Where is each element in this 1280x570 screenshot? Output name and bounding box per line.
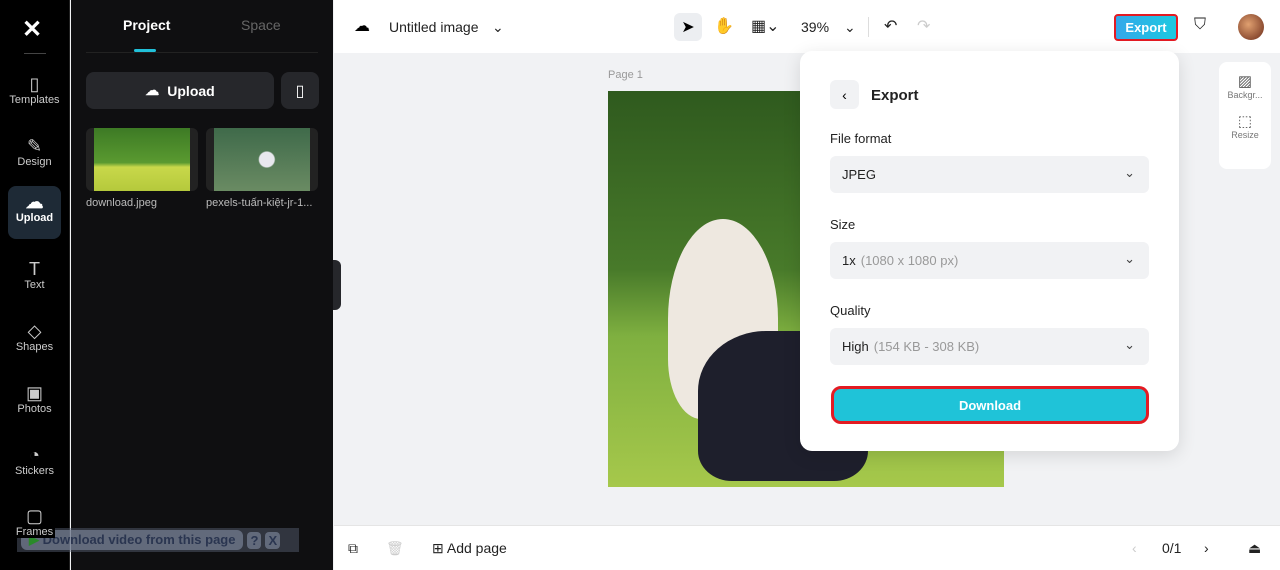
file-thumbnail[interactable] bbox=[86, 128, 198, 191]
shield-icon[interactable]: ⛉ bbox=[1194, 16, 1206, 34]
download-button[interactable]: Download bbox=[831, 386, 1149, 424]
select-tool-button[interactable]: ➤ bbox=[674, 13, 702, 41]
dialog-title: Export bbox=[871, 87, 919, 104]
upload-cloud-icon: ☁ bbox=[145, 82, 160, 98]
divider bbox=[24, 53, 46, 54]
background-icon[interactable]: ▨ bbox=[1219, 72, 1271, 90]
frames-icon: ▢ bbox=[25, 506, 43, 526]
resize-tool-label[interactable]: Resize bbox=[1219, 130, 1271, 140]
file-name: download.jpeg bbox=[86, 197, 157, 209]
thumbnail-image bbox=[94, 128, 190, 191]
file-thumbnail[interactable] bbox=[206, 128, 318, 191]
chevron-down-icon: ⌄ bbox=[1124, 337, 1135, 352]
zoom-chevron-icon[interactable]: ⌄ bbox=[844, 19, 856, 36]
phone-icon: ▯ bbox=[295, 82, 305, 100]
thumbnail-image bbox=[214, 128, 310, 191]
document-title[interactable]: Untitled image bbox=[389, 19, 479, 35]
avatar[interactable] bbox=[1238, 14, 1264, 40]
add-page-button[interactable]: ⊞ Add page bbox=[432, 540, 507, 557]
delete-icon[interactable]: 🗑 bbox=[386, 540, 404, 557]
export-button[interactable]: Export bbox=[1114, 14, 1178, 41]
prev-page-icon[interactable]: ‹ bbox=[1132, 540, 1137, 556]
rail-item-shapes[interactable]: ◇ Shapes bbox=[8, 315, 61, 368]
file-format-select[interactable]: JPEG ⌄ bbox=[830, 156, 1149, 193]
undo-icon[interactable]: ↶ bbox=[884, 16, 897, 36]
rail-label: Templates bbox=[9, 94, 60, 106]
background-tool-label[interactable]: Backgr... bbox=[1219, 90, 1271, 100]
photos-icon: ▣ bbox=[25, 383, 43, 403]
upload-cloud-icon: ☁ bbox=[25, 192, 44, 212]
add-page-label: Add page bbox=[446, 540, 507, 556]
next-page-icon[interactable]: › bbox=[1204, 540, 1209, 556]
rail-item-text[interactable]: T Text bbox=[8, 253, 61, 306]
quality-value: High bbox=[842, 339, 869, 354]
tab-project[interactable]: Project bbox=[123, 17, 170, 33]
top-bar: ☁ Untitled image ⌄ ➤ ✋ ▦⌄ 39% ⌄ ↶ ↷ Expo… bbox=[334, 0, 1280, 53]
quality-detail: (154 KB - 308 KB) bbox=[873, 339, 980, 354]
layout-icon[interactable]: ▦⌄ bbox=[751, 16, 780, 36]
export-dialog: ‹ Export File format JPEG ⌄ Size 1x (1080 … bbox=[800, 51, 1179, 451]
duplicate-page-icon[interactable]: ⧉ bbox=[348, 540, 358, 557]
resize-icon[interactable]: ⬚ bbox=[1219, 112, 1271, 130]
side-tools: ▨ Backgr... ⬚ Resize bbox=[1219, 62, 1271, 169]
stickers-icon: ◔ bbox=[29, 445, 40, 465]
text-icon: T bbox=[29, 259, 40, 279]
upload-label: Upload bbox=[167, 82, 215, 99]
rail-item-design[interactable]: ✎ Design bbox=[8, 130, 61, 183]
tab-space[interactable]: Space bbox=[241, 17, 281, 33]
quality-select[interactable]: High (154 KB - 308 KB) ⌄ bbox=[830, 328, 1149, 365]
chevron-left-icon: ‹ bbox=[842, 86, 847, 103]
size-label: Size bbox=[830, 217, 856, 232]
rail-label: Frames bbox=[13, 526, 56, 538]
rail-label: Text bbox=[24, 279, 45, 291]
phone-upload-button[interactable]: ▯ bbox=[281, 72, 319, 109]
add-page-icon: ⊞ bbox=[432, 540, 444, 556]
templates-icon: ▯ bbox=[29, 74, 40, 94]
bottom-bar: ⧉ 🗑 ⊞ Add page ‹ 0/1 › ⏏ bbox=[334, 525, 1280, 570]
back-button[interactable]: ‹ bbox=[830, 80, 859, 109]
divider bbox=[86, 52, 318, 53]
rail-label: Shapes bbox=[15, 341, 54, 353]
rail-label: Photos bbox=[17, 403, 52, 415]
rail-item-photos[interactable]: ▣ Photos bbox=[8, 377, 61, 430]
hand-tool-icon[interactable]: ✋ bbox=[714, 16, 734, 36]
close-button[interactable]: X bbox=[265, 531, 281, 549]
zoom-level[interactable]: 39% bbox=[801, 19, 829, 35]
assets-panel: Project Space ☁ Upload ▯ download.jpeg pe… bbox=[71, 0, 333, 570]
design-icon: ✎ bbox=[26, 136, 43, 156]
page-counter: 0/1 bbox=[1162, 540, 1182, 556]
file-name: pexels-tuấn-kiệt-jr-1... bbox=[206, 197, 313, 209]
divider bbox=[868, 17, 869, 37]
file-format-value: JPEG bbox=[842, 167, 876, 182]
left-rail: ✕ ▯ Templates ✎ Design ☁ Upload T Text ◇ Shap… bbox=[0, 0, 70, 570]
quality-label: Quality bbox=[830, 303, 871, 318]
rail-label: Design bbox=[17, 156, 52, 168]
size-select[interactable]: 1x (1080 x 1080 px) ⌄ bbox=[830, 242, 1149, 279]
upload-button[interactable]: ☁ Upload bbox=[86, 72, 274, 109]
rail-item-stickers[interactable]: ◔ Stickers bbox=[8, 439, 61, 492]
redo-icon[interactable]: ↷ bbox=[917, 16, 930, 36]
size-value: 1x bbox=[842, 253, 856, 268]
file-format-label: File format bbox=[830, 131, 892, 146]
capcut-logo-icon[interactable]: ✕ bbox=[22, 15, 42, 44]
collapse-panel-handle[interactable] bbox=[333, 260, 341, 310]
rail-item-frames[interactable]: ▢ Frames bbox=[8, 500, 61, 553]
page-manager-icon[interactable]: ⏏ bbox=[1248, 540, 1261, 557]
size-detail: (1080 x 1080 px) bbox=[860, 253, 959, 268]
download-video-label: Download video from this page bbox=[42, 532, 236, 547]
chevron-down-icon: ⌄ bbox=[1124, 165, 1135, 180]
rail-label: Stickers bbox=[14, 465, 55, 477]
chevron-down-icon: ⌄ bbox=[1124, 251, 1135, 266]
cursor-icon: ➤ bbox=[681, 19, 695, 36]
cloud-icon: ☁ bbox=[354, 18, 370, 35]
rail-item-upload[interactable]: ☁ Upload bbox=[8, 186, 61, 239]
rail-item-templates[interactable]: ▯ Templates bbox=[8, 68, 61, 121]
page-label: Page 1 bbox=[608, 69, 643, 81]
shapes-icon: ◇ bbox=[27, 321, 42, 341]
chevron-down-icon[interactable]: ⌄ bbox=[492, 19, 504, 36]
rail-label: Upload bbox=[15, 212, 54, 224]
help-button[interactable]: ? bbox=[247, 531, 262, 549]
